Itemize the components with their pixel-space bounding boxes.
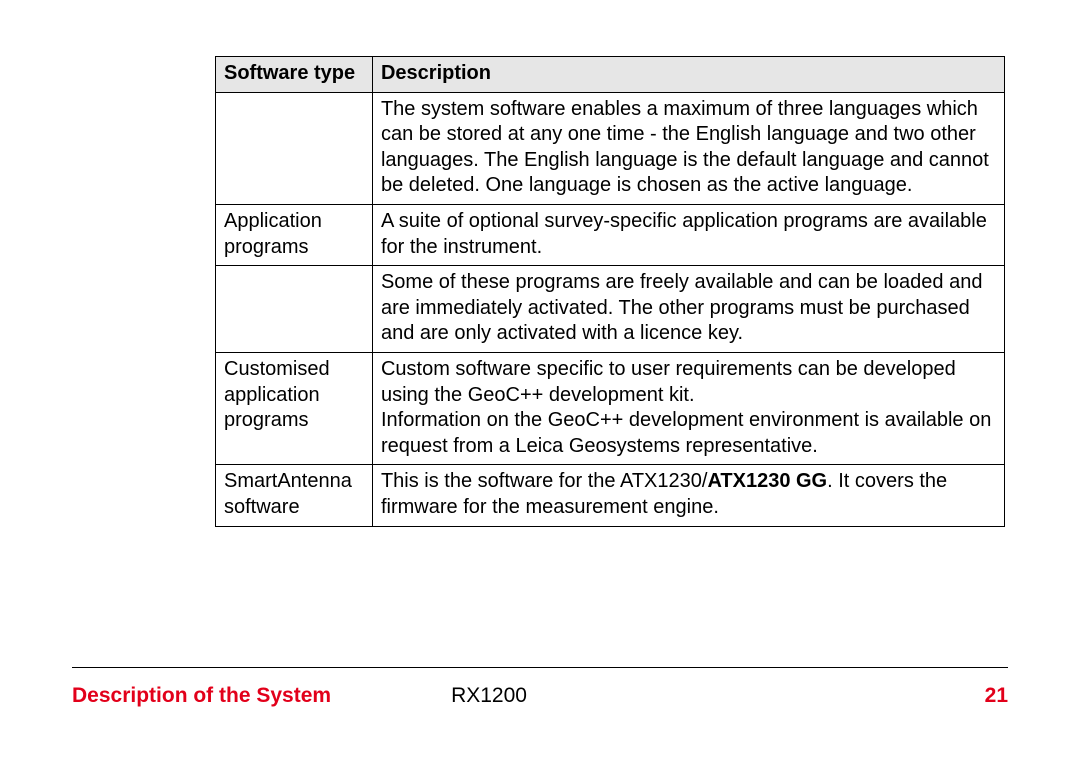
- header-description: Description: [372, 57, 1004, 93]
- footer-page-number: 21: [985, 684, 1008, 708]
- table-row: Customised application programs Custom s…: [216, 352, 1005, 464]
- document-page: Software type Description The system sof…: [0, 0, 1080, 766]
- cell-type: [216, 92, 373, 204]
- table-header-row: Software type Description: [216, 57, 1005, 93]
- cell-type: [216, 266, 373, 353]
- table-row: The system software enables a maximum of…: [216, 92, 1005, 204]
- cell-type: SmartAntenna software: [216, 465, 373, 526]
- cell-desc: The system software enables a maximum of…: [372, 92, 1004, 204]
- desc-bold: ATX1230 GG: [707, 470, 827, 492]
- footer-model: RX1200: [451, 684, 527, 708]
- cell-type: Application programs: [216, 204, 373, 265]
- header-software-type: Software type: [216, 57, 373, 93]
- cell-desc: Some of these programs are freely availa…: [372, 266, 1004, 353]
- cell-type: Customised application programs: [216, 352, 373, 464]
- page-footer: Description of the System RX1200 21: [72, 684, 1008, 708]
- cell-desc: This is the software for the ATX1230/ATX…: [372, 465, 1004, 526]
- software-table: Software type Description The system sof…: [215, 56, 1005, 527]
- footer-divider: [72, 667, 1008, 668]
- desc-pre: This is the software for the ATX1230/: [381, 470, 707, 492]
- table-row: SmartAntenna software This is the softwa…: [216, 465, 1005, 526]
- cell-desc: Custom software specific to user require…: [372, 352, 1004, 464]
- table-row: Application programs A suite of optional…: [216, 204, 1005, 265]
- cell-desc: A suite of optional survey-specific appl…: [372, 204, 1004, 265]
- table-row: Some of these programs are freely availa…: [216, 266, 1005, 353]
- footer-section-title: Description of the System: [72, 684, 331, 708]
